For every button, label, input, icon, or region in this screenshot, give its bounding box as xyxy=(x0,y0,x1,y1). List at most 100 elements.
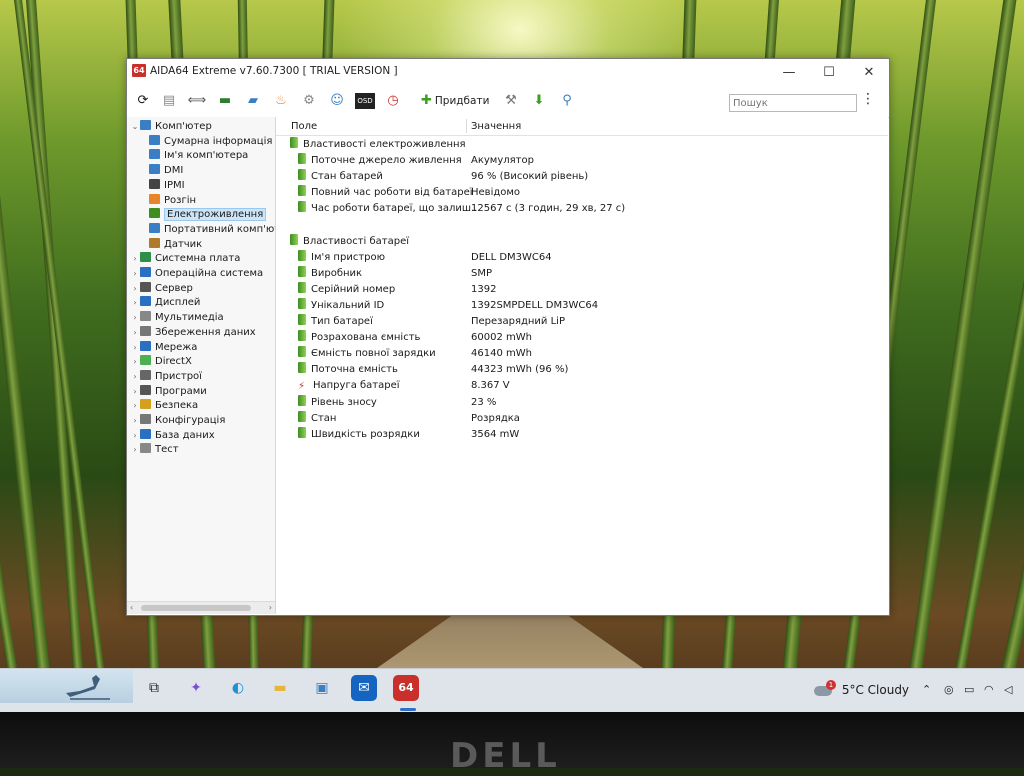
scroll-right-icon[interactable]: › xyxy=(269,602,272,614)
list-row[interactable]: Стан батарей 96 % (Високий рівень) xyxy=(276,169,888,184)
report-icon[interactable]: ▤ xyxy=(159,91,179,111)
widget-heron-image[interactable] xyxy=(0,669,133,703)
column-header-value[interactable]: Значення xyxy=(471,121,521,132)
tree-item[interactable]: › Операційна система xyxy=(130,266,263,281)
hammer-icon[interactable]: ⚒ xyxy=(501,91,521,111)
list-row[interactable]: Рівень зносу 23 % xyxy=(276,394,888,410)
chevron-right-icon[interactable]: › xyxy=(130,295,140,310)
tree-item[interactable]: ⌄ Комп'ютер xyxy=(130,119,212,134)
list-row[interactable]: Розрахована ємність 60002 mWh xyxy=(276,330,888,345)
chevron-right-icon[interactable]: › xyxy=(130,354,140,369)
tree-item[interactable]: › Конфігурація xyxy=(130,413,225,428)
chevron-right-icon[interactable]: › xyxy=(130,384,140,399)
flame-icon[interactable]: ♨ xyxy=(271,91,291,111)
tree-item[interactable]: › Сервер xyxy=(130,281,193,296)
clock-icon[interactable]: ◷ xyxy=(383,91,403,111)
computer-icon[interactable]: ▰ xyxy=(243,91,263,111)
list-row[interactable]: Повний час роботи від батареї Невідомо xyxy=(276,185,888,200)
tree-item[interactable]: › Дисплей xyxy=(130,295,200,310)
list-row[interactable]: Стан Розрядка xyxy=(276,410,888,426)
list-row[interactable]: Тип батареї Перезарядний LiP xyxy=(276,314,888,329)
list-row[interactable]: Поточна ємність 44323 mWh (96 %) xyxy=(276,362,888,377)
refresh-icon[interactable]: ⟳ xyxy=(133,91,153,111)
chevron-right-icon[interactable]: › xyxy=(130,325,140,340)
tree-item[interactable]: › Безпека xyxy=(130,398,198,413)
tree-item[interactable]: Сумарна інформація xyxy=(149,134,272,149)
search-input[interactable] xyxy=(729,94,857,112)
tree-horizontal-scrollbar[interactable]: ‹ › xyxy=(127,601,275,614)
list-row[interactable]: Ім'я пристрою DELL DM3WC64 xyxy=(276,249,888,265)
tree-item[interactable]: › Програми xyxy=(130,384,207,399)
download-icon[interactable]: ⬇ xyxy=(529,91,549,111)
wifi-icon[interactable]: ◠ xyxy=(984,683,994,696)
field-cell: Розрахована ємність xyxy=(298,330,420,345)
list-row[interactable]: Серійний номер 1392 xyxy=(276,281,888,297)
chevron-right-icon[interactable]: › xyxy=(130,428,140,443)
tree-item[interactable]: Ім'я комп'ютера xyxy=(149,148,248,163)
tree-item[interactable]: Розгін xyxy=(149,193,196,208)
chevron-right-icon[interactable]: › xyxy=(130,251,140,266)
tree-item[interactable]: › Мультимедіа xyxy=(130,310,224,325)
maximize-button[interactable]: ☐ xyxy=(809,59,849,87)
weather-widget[interactable]: 1 5°C Cloudy xyxy=(814,679,909,697)
windows-icon xyxy=(140,267,151,277)
column-header-field[interactable]: Поле xyxy=(291,121,317,132)
search-tool-icon[interactable]: ⚲ xyxy=(557,91,577,111)
chevron-down-icon[interactable]: ⌄ xyxy=(130,119,140,134)
copilot-icon[interactable]: ✦ xyxy=(183,675,209,701)
list-row[interactable]: Виробник SMP xyxy=(276,265,888,281)
chevron-right-icon[interactable]: › xyxy=(130,310,140,325)
tree-item[interactable]: Електроживлення xyxy=(149,207,267,222)
copilot-tray-icon[interactable]: ◎ xyxy=(944,683,954,696)
edge-icon[interactable]: ◐ xyxy=(225,675,251,701)
tree-item[interactable]: › Тест xyxy=(130,442,179,457)
tree-item[interactable]: IPMI xyxy=(149,178,185,193)
field-text: Унікальний ID xyxy=(311,299,385,311)
value-cell: 46140 mWh xyxy=(471,348,532,360)
osd-icon[interactable]: OSD xyxy=(355,93,375,109)
tools-icon[interactable]: ⚙ xyxy=(299,91,319,111)
tree-item[interactable]: Датчик xyxy=(149,237,202,252)
user-icon[interactable]: ☺ xyxy=(327,91,347,111)
tree-item[interactable]: Портативний комп'ютер xyxy=(149,222,275,237)
volume-icon[interactable]: ◁ xyxy=(1004,683,1012,696)
battery-icon[interactable]: ▭ xyxy=(964,683,974,696)
chevron-up-icon[interactable]: ⌃ xyxy=(922,683,931,696)
list-row[interactable]: Ємність повної зарядки 46140 mWh xyxy=(276,346,888,361)
tree-item[interactable]: › Збереження даних xyxy=(130,325,256,340)
minimize-button[interactable]: — xyxy=(769,59,809,87)
chevron-right-icon[interactable]: › xyxy=(130,413,140,428)
tree-item[interactable]: › Системна плата xyxy=(130,251,240,266)
list-row[interactable]: Поточне джерело живлення Акумулятор xyxy=(276,153,888,168)
more-options-icon[interactable]: ⋮ xyxy=(861,91,875,107)
file-explorer-icon[interactable]: ▬ xyxy=(267,675,293,701)
chevron-right-icon[interactable]: › xyxy=(130,442,140,457)
title-bar[interactable]: 64 AIDA64 Extreme v7.60.7300 [ TRIAL VER… xyxy=(127,59,889,87)
buy-button[interactable]: ✚ Придбати xyxy=(421,91,489,111)
scrollbar-thumb[interactable] xyxy=(141,605,251,611)
chevron-right-icon[interactable]: › xyxy=(130,340,140,355)
tree-item[interactable]: DMI xyxy=(149,163,183,178)
aida64-taskbar-icon[interactable]: 64 xyxy=(393,675,419,701)
list-row[interactable]: Унікальний ID 1392SMPDELL DM3WC64 xyxy=(276,297,888,313)
memory-icon[interactable]: ▬ xyxy=(215,91,235,111)
close-button[interactable]: ✕ xyxy=(849,59,889,87)
chevron-right-icon[interactable]: › xyxy=(130,281,140,296)
chevron-right-icon[interactable]: › xyxy=(130,369,140,384)
tree-item[interactable]: › Мережа xyxy=(130,340,197,355)
tree-item[interactable]: › Пристрої xyxy=(130,369,202,384)
task-view-icon[interactable]: ⧉ xyxy=(141,675,167,701)
store-icon[interactable]: ▣ xyxy=(309,675,335,701)
list-row[interactable]: Час роботи батареї, що залиш... 12567 с (… xyxy=(276,201,888,216)
list-row[interactable]: Швидкість розрядки 3564 mW xyxy=(276,426,888,442)
group-row[interactable]: Властивості електроживлення xyxy=(276,137,888,152)
chevron-right-icon[interactable]: › xyxy=(130,266,140,281)
tree-item[interactable]: › DirectX xyxy=(130,354,192,369)
tree-item[interactable]: › База даних xyxy=(130,428,215,443)
outlook-icon[interactable]: ✉ xyxy=(351,675,377,701)
scroll-left-icon[interactable]: ‹ xyxy=(130,602,133,614)
network-icon[interactable]: ⟺ xyxy=(187,91,207,111)
list-row[interactable]: ⚡ Напруга батареї 8.367 V xyxy=(276,378,888,393)
chevron-right-icon[interactable]: › xyxy=(130,398,140,413)
group-row[interactable]: Властивості батареї xyxy=(276,233,888,249)
